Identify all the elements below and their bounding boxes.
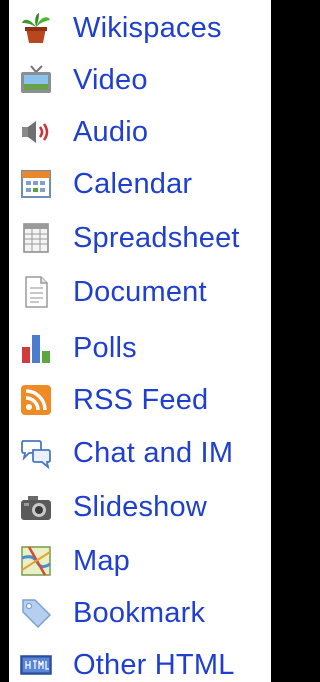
window-frame: Wikispaces Video Audio Calendar Spreadsh…: [0, 0, 275, 682]
spreadsheet-icon: [23, 223, 49, 253]
menu-item-calendar[interactable]: Calendar: [9, 158, 271, 210]
menu-item-label: Calendar: [73, 167, 193, 200]
menu-item-label: RSS Feed: [73, 383, 209, 416]
menu-item-video[interactable]: Video: [9, 54, 271, 106]
menu-item-label: Chat and IM: [73, 436, 234, 469]
map-icon: [21, 546, 51, 576]
bar-chart-icon: [22, 335, 50, 363]
camera-icon: [21, 496, 51, 520]
menu-item-label: Other HTML: [73, 648, 235, 681]
widget-menu-panel: Wikispaces Video Audio Calendar Spreadsh…: [9, 0, 271, 682]
menu-item-label: Map: [73, 544, 131, 577]
menu-item-map[interactable]: Map: [9, 535, 271, 587]
tag-icon: [22, 599, 52, 629]
potted-plant-icon: [22, 13, 50, 43]
menu-item-wikispaces[interactable]: Wikispaces: [9, 2, 271, 54]
menu-item-label: Spreadsheet: [73, 221, 240, 254]
menu-item-other-html[interactable]: Other HTML: [9, 639, 271, 682]
menu-item-label: Video: [73, 63, 148, 96]
menu-item-label: Slideshow: [73, 490, 207, 523]
menu-item-spreadsheet[interactable]: Spreadsheet: [9, 212, 271, 264]
menu-item-chat-and-im[interactable]: Chat and IM: [9, 427, 271, 479]
menu-item-label: Wikispaces: [73, 11, 222, 44]
menu-item-document[interactable]: Document: [9, 266, 271, 318]
menu-item-label: Bookmark: [73, 596, 206, 629]
menu-item-slideshow[interactable]: Slideshow: [9, 481, 271, 533]
menu-item-bookmark[interactable]: Bookmark: [9, 587, 271, 639]
menu-item-label: Document: [73, 275, 207, 308]
html-badge-icon: [20, 655, 52, 675]
menu-item-audio[interactable]: Audio: [9, 106, 271, 158]
menu-item-label: Polls: [73, 331, 137, 364]
speaker-icon: [22, 121, 49, 143]
menu-item-label: Audio: [73, 115, 149, 148]
tv-icon: [21, 65, 51, 93]
menu-item-polls[interactable]: Polls: [9, 322, 271, 374]
rss-icon: [21, 385, 51, 415]
document-icon: [25, 276, 48, 308]
menu-item-rss-feed[interactable]: RSS Feed: [9, 374, 271, 426]
calendar-icon: [21, 170, 51, 198]
chat-bubbles-icon: [21, 440, 51, 470]
